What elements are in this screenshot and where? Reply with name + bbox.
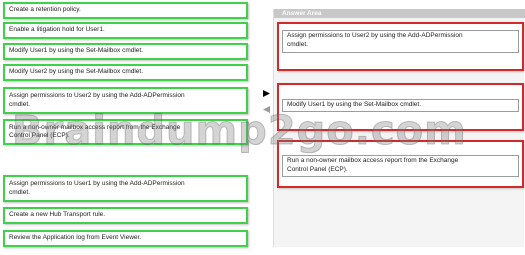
choice-item[interactable]: Modify User2 by using the Set-Mailbox cm… <box>3 64 248 81</box>
choice-label: Assign permissions to User1 by using the… <box>9 180 185 196</box>
choice-label: Assign permissions to User2 by using the… <box>9 92 185 108</box>
answer-area: Answer Area Assign permissions to User2 … <box>273 9 525 247</box>
choice-label: Modify User1 by using the Set-Mailbox cm… <box>9 47 144 55</box>
choice-item[interactable]: Enable a litigation hold for User1. <box>3 22 248 39</box>
choice-item[interactable]: Assign permissions to User2 by using the… <box>3 87 248 114</box>
choice-item[interactable]: Assign permissions to User1 by using the… <box>3 175 248 202</box>
choice-label: Run a non-owner mailbox access report fr… <box>9 123 181 140</box>
answer-slot-item[interactable]: Assign permissions to User2 by using the… <box>282 30 519 53</box>
answer-slot[interactable]: Run a non-owner mailbox access report fr… <box>277 140 524 188</box>
answer-slot-item[interactable]: Modify User1 by using the Set-Mailbox cm… <box>282 99 519 112</box>
choice-item[interactable]: Create a new Hub Transport rule. <box>3 207 248 224</box>
answer-slot[interactable]: Modify User1 by using the Set-Mailbox cm… <box>277 83 524 131</box>
drag-drop-question: Create a retention policy. Enable a liti… <box>0 0 525 255</box>
arrow-right-icon[interactable] <box>261 88 271 98</box>
arrow-left-icon[interactable] <box>261 104 271 114</box>
choice-item[interactable]: Create a retention policy. <box>3 2 248 19</box>
answer-area-title: Answer Area <box>274 9 525 18</box>
choice-item[interactable]: Modify User1 by using the Set-Mailbox cm… <box>3 43 248 60</box>
choice-label: Create a retention policy. <box>9 6 81 14</box>
answer-slot[interactable]: Assign permissions to User2 by using the… <box>277 22 524 71</box>
choice-label: Create a new Hub Transport rule. <box>9 211 106 219</box>
choice-item[interactable]: Run a non-owner mailbox access report fr… <box>3 119 248 145</box>
choice-item[interactable]: Review the Application log from Event Vi… <box>3 230 248 247</box>
choice-label: Modify User2 by using the Set-Mailbox cm… <box>9 68 144 76</box>
choice-label: Review the Application log from Event Vi… <box>9 234 142 242</box>
answer-slot-item[interactable]: Run a non-owner mailbox access report fr… <box>282 155 519 177</box>
choice-label: Enable a litigation hold for User1. <box>9 26 105 34</box>
